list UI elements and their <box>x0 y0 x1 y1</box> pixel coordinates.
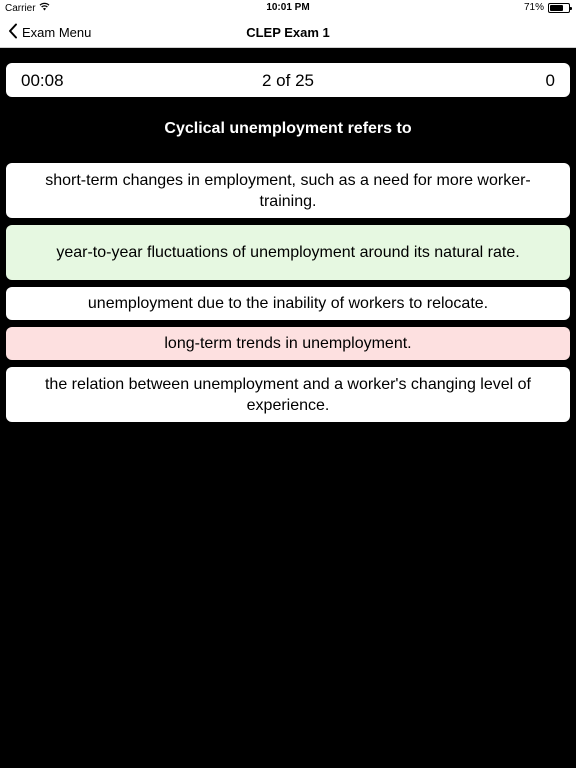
status-right: 71% <box>523 2 572 13</box>
navigation-bar: Exam Menu CLEP Exam 1 <box>0 16 576 48</box>
battery-icon <box>548 2 572 13</box>
exam-info-bar: 00:08 2 of 25 0 <box>6 63 570 97</box>
answer-option-5[interactable]: the relation between unemployment and a … <box>6 367 570 422</box>
question-text: Cyclical unemployment refers to <box>164 120 412 137</box>
battery-percent: 71% <box>523 2 544 13</box>
page-title: CLEP Exam 1 <box>246 25 330 40</box>
battery-fill <box>550 4 563 11</box>
answer-option-2[interactable]: year-to-year fluctuations of unemploymen… <box>6 225 570 280</box>
answer-list: short-term changes in employment, such a… <box>6 163 570 429</box>
score: 0 <box>545 71 555 90</box>
battery-nub <box>570 6 572 10</box>
status-time: 10:01 PM <box>266 2 310 13</box>
question-progress: 2 of 25 <box>262 71 314 90</box>
answer-option-4[interactable]: long-term trends in unemployment. <box>6 327 570 360</box>
status-bar: Carrier 10:01 PM 71% <box>0 0 576 16</box>
answer-option-3[interactable]: unemployment due to the inability of wor… <box>6 287 570 320</box>
answer-option-1[interactable]: short-term changes in employment, such a… <box>6 163 570 218</box>
